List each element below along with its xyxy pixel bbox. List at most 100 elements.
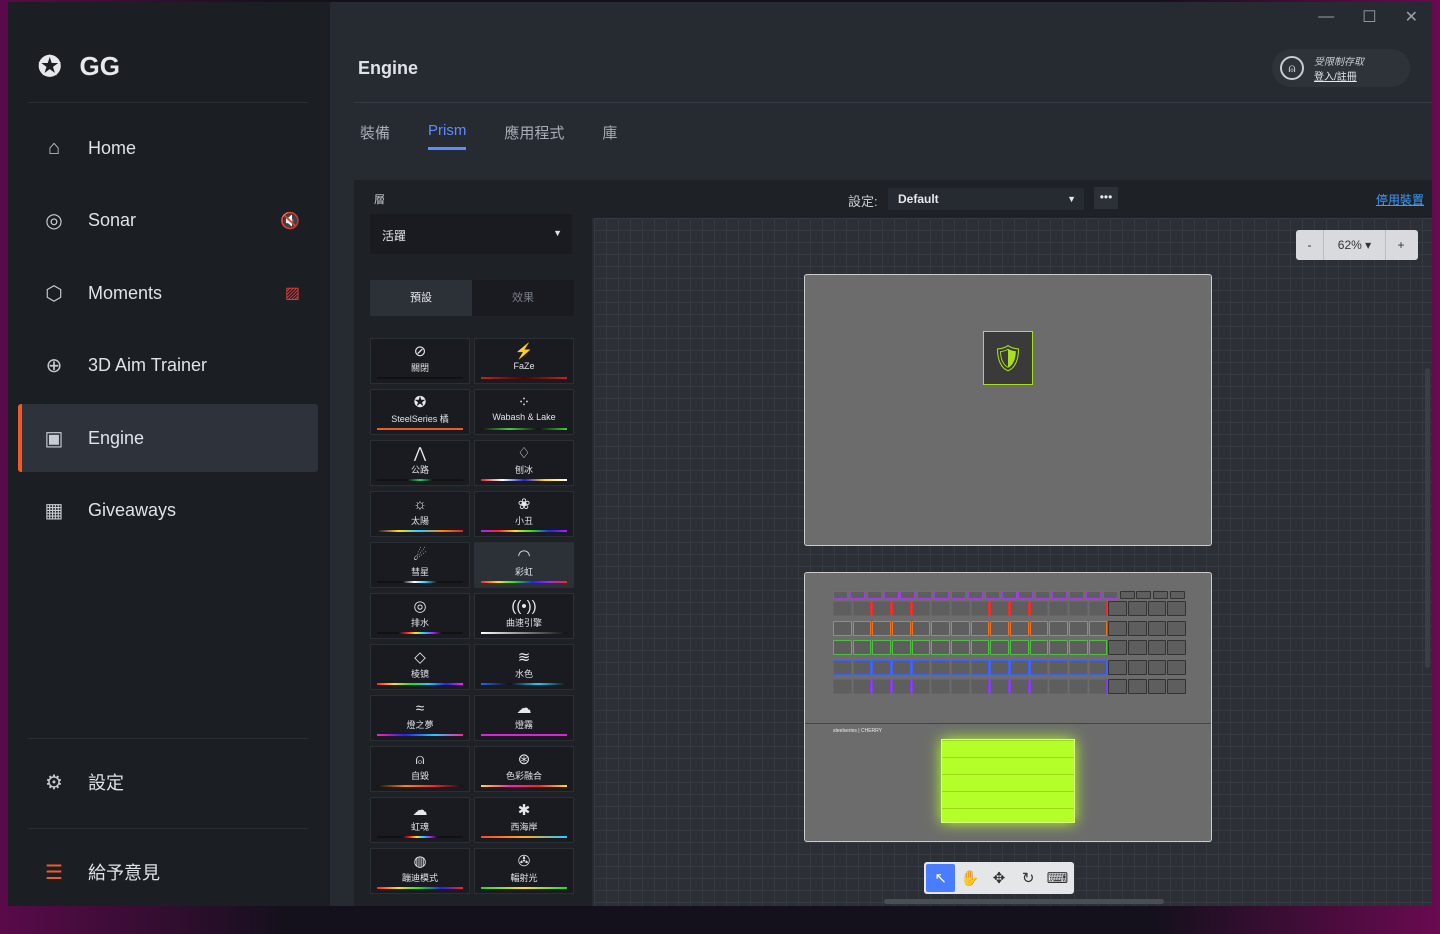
effect-preset[interactable]: ✪ SteelSeries 橘	[370, 389, 470, 435]
keyboard-key[interactable]	[892, 601, 911, 616]
tab-devices[interactable]: 裝備	[360, 122, 390, 150]
effect-preset[interactable]: ⊘ 關閉	[370, 338, 470, 384]
sidebar-item-feedback[interactable]: ☰ 給予意見	[18, 838, 318, 906]
keyboard-key[interactable]	[1049, 679, 1068, 694]
keyboard-key[interactable]	[967, 591, 983, 599]
vertical-scrollbar[interactable]	[1425, 368, 1430, 668]
keyboard-key[interactable]	[872, 640, 891, 655]
laptop-lid[interactable]: 🛡	[804, 274, 1212, 546]
move-tool-icon[interactable]: ✥	[984, 864, 1013, 892]
account-button[interactable]: ⍝ 受限制存取 登入/註冊	[1272, 49, 1410, 87]
keyboard-key[interactable]	[1147, 640, 1167, 655]
effect-preset[interactable]: ((•)) 曲速引擎	[474, 593, 574, 639]
keyboard-key[interactable]	[1108, 659, 1127, 675]
effect-preset[interactable]: ⊛ 色彩融合	[474, 746, 574, 792]
keyboard-key[interactable]	[852, 640, 872, 655]
keyboard-key[interactable]	[931, 679, 950, 694]
keyboard-key[interactable]	[1167, 679, 1186, 694]
keyboard-key[interactable]	[1136, 591, 1152, 599]
keyboard-key[interactable]	[990, 679, 1009, 694]
effect-preset[interactable]: ❀ 小丑	[474, 491, 574, 537]
keyboard-key[interactable]	[911, 620, 931, 636]
keyboard-key[interactable]	[990, 601, 1009, 616]
keyboard-key[interactable]	[1018, 591, 1034, 599]
effect-preset[interactable]: ≈ 燈之夢	[370, 695, 470, 741]
keyboard-key[interactable]	[1029, 679, 1049, 694]
keyboard-key[interactable]	[1088, 620, 1108, 636]
segment-presets[interactable]: 預設	[370, 280, 472, 316]
keyboard-key[interactable]	[1069, 620, 1088, 636]
zoom-out-button[interactable]: -	[1296, 230, 1324, 260]
keyboard-key[interactable]	[990, 620, 1009, 636]
layer-select[interactable]: 活躍	[370, 214, 572, 254]
keyboard-key[interactable]	[1049, 620, 1068, 636]
keyboard-key[interactable]	[1147, 601, 1167, 616]
keyboard-key[interactable]	[1029, 620, 1049, 636]
keyboard-key[interactable]	[1108, 679, 1127, 694]
minimize-button[interactable]: —	[1318, 8, 1334, 26]
keyboard-key[interactable]	[833, 640, 852, 655]
keyboard-key[interactable]	[833, 591, 848, 599]
keyboard-key[interactable]	[984, 591, 1000, 599]
keyboard-key[interactable]	[1108, 620, 1127, 636]
zoom-in-button[interactable]: +	[1386, 230, 1416, 260]
keyboard-key[interactable]	[1167, 620, 1186, 636]
config-select[interactable]: Default	[888, 188, 1084, 210]
keyboard-key[interactable]	[990, 640, 1009, 655]
effect-preset[interactable]: ✱ 西海岸	[474, 797, 574, 843]
effect-preset[interactable]: ◍ 蹦迪模式	[370, 848, 470, 894]
disable-device-link[interactable]: 停用裝置	[1376, 191, 1424, 208]
keyboard-key[interactable]	[1049, 601, 1068, 616]
keyboard-key[interactable]	[892, 679, 911, 694]
keyboard-key[interactable]	[1088, 640, 1108, 655]
close-button[interactable]: ✕	[1405, 7, 1418, 27]
keyboard-key[interactable]	[1010, 620, 1029, 636]
keyboard-key[interactable]	[852, 679, 872, 694]
keyboard-key[interactable]	[1069, 679, 1088, 694]
keyboard-key[interactable]	[1052, 591, 1068, 599]
keyboard-key[interactable]	[931, 659, 950, 675]
keyboard-key[interactable]	[1088, 679, 1108, 694]
keyboard-key[interactable]	[833, 601, 852, 616]
keyboard-key[interactable]	[1010, 659, 1029, 675]
effect-preset[interactable]: ⁘ Wabash & Lake	[474, 389, 574, 435]
keyboard-key[interactable]	[1049, 659, 1068, 675]
more-button[interactable]: •••	[1094, 187, 1118, 209]
keyboard-key[interactable]	[849, 591, 865, 599]
effect-preset[interactable]: ♢ 刨冰	[474, 440, 574, 486]
effect-preset[interactable]: ≋ 水色	[474, 644, 574, 690]
keyboard-key[interactable]	[852, 659, 872, 675]
keyboard-key[interactable]	[1088, 659, 1108, 675]
tab-prism[interactable]: Prism	[428, 122, 467, 150]
keyboard-key[interactable]	[1147, 620, 1167, 636]
sidebar-item-moments[interactable]: ⬡ Moments ▨	[18, 259, 318, 327]
effect-preset[interactable]: ◇ 棱镜	[370, 644, 470, 690]
keyboard-key[interactable]	[931, 601, 950, 616]
keyboard-key[interactable]	[872, 601, 891, 616]
keyboard-key[interactable]	[951, 601, 970, 616]
keyboard-key[interactable]	[911, 679, 931, 694]
keyboard-key[interactable]	[866, 591, 882, 599]
keyboard-key[interactable]	[911, 640, 931, 655]
keyboard-key[interactable]	[990, 659, 1009, 675]
keyboard-key[interactable]	[970, 620, 990, 636]
sidebar-item-settings[interactable]: ⚙ 設定	[18, 748, 318, 816]
keyboard-key[interactable]	[1029, 601, 1049, 616]
keyboard-key[interactable]	[1147, 679, 1167, 694]
effect-preset[interactable]: ☁ 燈霧	[474, 695, 574, 741]
keyboard-key[interactable]	[1108, 601, 1127, 616]
tab-apps[interactable]: 應用程式	[504, 122, 564, 150]
keyboard-key[interactable]	[1128, 679, 1147, 694]
keyboard-key[interactable]	[1088, 601, 1108, 616]
keyboard-key[interactable]	[970, 679, 990, 694]
keyboard-key[interactable]	[1085, 591, 1101, 599]
keyboard-key[interactable]	[1010, 601, 1029, 616]
keyboard-key[interactable]	[970, 659, 990, 675]
effect-preset[interactable]: ◠ 彩虹	[474, 542, 574, 588]
keyboard-key[interactable]	[1069, 601, 1088, 616]
keyboard-key[interactable]	[852, 620, 872, 636]
keyboard-key[interactable]	[1049, 640, 1068, 655]
keyboard-key[interactable]	[1029, 640, 1049, 655]
keyboard-key[interactable]	[1167, 601, 1186, 616]
keyboard-key[interactable]	[970, 601, 990, 616]
